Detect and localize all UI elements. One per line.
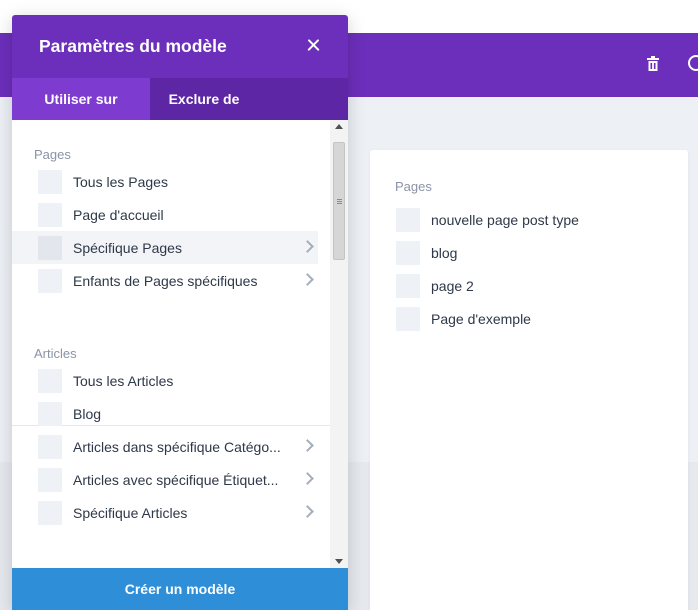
checkbox[interactable] bbox=[38, 235, 62, 260]
checkbox[interactable] bbox=[396, 207, 420, 232]
option-label: Page d'accueil bbox=[73, 206, 164, 223]
option-item[interactable]: Articles avec spécifique Étiquet... bbox=[12, 463, 318, 496]
modal-tabs: Utiliser sur Exclure de bbox=[12, 78, 348, 120]
checkbox[interactable] bbox=[38, 368, 62, 393]
chevron-right-icon[interactable] bbox=[301, 439, 314, 452]
option-label: Spécifique Pages bbox=[73, 239, 182, 256]
section-title: Articles bbox=[34, 346, 77, 361]
page-option[interactable]: page 2 bbox=[370, 269, 688, 302]
option-item[interactable]: Page d'accueil bbox=[12, 198, 318, 231]
option-label: Articles dans spécifique Catégo... bbox=[73, 438, 281, 455]
checkbox[interactable] bbox=[396, 273, 420, 298]
page-option[interactable]: Page d'exemple bbox=[370, 302, 688, 335]
chevron-right-icon[interactable] bbox=[301, 240, 314, 253]
option-item[interactable]: Spécifique Articles bbox=[12, 496, 318, 529]
option-label: Enfants de Pages spécifiques bbox=[73, 272, 258, 289]
option-item[interactable]: Spécifique Pages bbox=[12, 231, 318, 264]
scroll-down-arrow-icon[interactable] bbox=[335, 559, 343, 564]
checkbox[interactable] bbox=[396, 240, 420, 265]
checkbox[interactable] bbox=[38, 268, 62, 293]
page-option-label: Page d'exemple bbox=[431, 310, 531, 327]
page-option-label: page 2 bbox=[431, 277, 474, 294]
option-item[interactable]: Tous les Pages bbox=[12, 165, 318, 198]
chevron-right-icon[interactable] bbox=[301, 472, 314, 485]
page-option-label: nouvelle page post type bbox=[431, 211, 579, 228]
checkbox[interactable] bbox=[38, 401, 62, 426]
grip-line bbox=[337, 199, 342, 200]
specific-pages-list: nouvelle page post type blog page 2 Page… bbox=[370, 203, 688, 335]
chevron-right-icon[interactable] bbox=[301, 505, 314, 518]
section-pages: Pages Tous les Pages Page d'accueil Spéc… bbox=[12, 120, 348, 297]
tab-exclude-from[interactable]: Exclure de bbox=[150, 78, 258, 120]
scroll-up-arrow-icon[interactable] bbox=[335, 124, 343, 129]
option-item[interactable]: Articles dans spécifique Catégo... bbox=[12, 430, 318, 463]
option-item[interactable]: Enfants de Pages spécifiques bbox=[12, 264, 318, 297]
checkbox[interactable] bbox=[38, 434, 62, 459]
specific-pages-panel: Pages nouvelle page post type blog page … bbox=[370, 150, 688, 610]
checkbox[interactable] bbox=[38, 202, 62, 227]
modal-title: Paramètres du modèle bbox=[39, 36, 227, 56]
specific-panel-title: Pages bbox=[395, 179, 432, 194]
option-label: Tous les Pages bbox=[73, 173, 168, 190]
tab-use-on[interactable]: Utiliser sur bbox=[12, 78, 150, 120]
checkbox[interactable] bbox=[38, 500, 62, 525]
trash-icon[interactable] bbox=[646, 56, 660, 72]
close-icon[interactable] bbox=[302, 33, 326, 57]
page-option-label: blog bbox=[431, 244, 458, 261]
grip-line bbox=[337, 203, 342, 204]
checkbox[interactable] bbox=[396, 306, 420, 331]
modal-body: Pages Tous les Pages Page d'accueil Spéc… bbox=[12, 120, 348, 568]
option-label: Spécifique Articles bbox=[73, 504, 188, 521]
chevron-right-icon[interactable] bbox=[301, 273, 314, 286]
checkbox[interactable] bbox=[38, 467, 62, 492]
scrollbar-thumb[interactable] bbox=[333, 142, 345, 260]
template-settings-modal: Paramètres du modèle Utiliser sur Exclur… bbox=[12, 15, 348, 610]
section-articles: Articles Tous les Articles Blog Articles… bbox=[12, 326, 348, 529]
option-label: Articles avec spécifique Étiquet... bbox=[73, 471, 279, 488]
checkbox[interactable] bbox=[38, 169, 62, 194]
scrollbar[interactable] bbox=[330, 120, 348, 568]
search-icon[interactable] bbox=[686, 55, 698, 73]
page-option[interactable]: blog bbox=[370, 236, 688, 269]
option-label: Blog bbox=[73, 405, 102, 422]
modal-header: Paramètres du modèle bbox=[12, 15, 348, 78]
option-item[interactable]: Tous les Articles bbox=[12, 364, 318, 397]
create-template-button[interactable]: Créer un modèle bbox=[12, 568, 348, 610]
page-option[interactable]: nouvelle page post type bbox=[370, 203, 688, 236]
option-label: Tous les Articles bbox=[73, 372, 174, 389]
grip-line bbox=[337, 201, 342, 202]
section-title: Pages bbox=[34, 147, 71, 162]
option-item[interactable]: Blog bbox=[12, 397, 318, 430]
